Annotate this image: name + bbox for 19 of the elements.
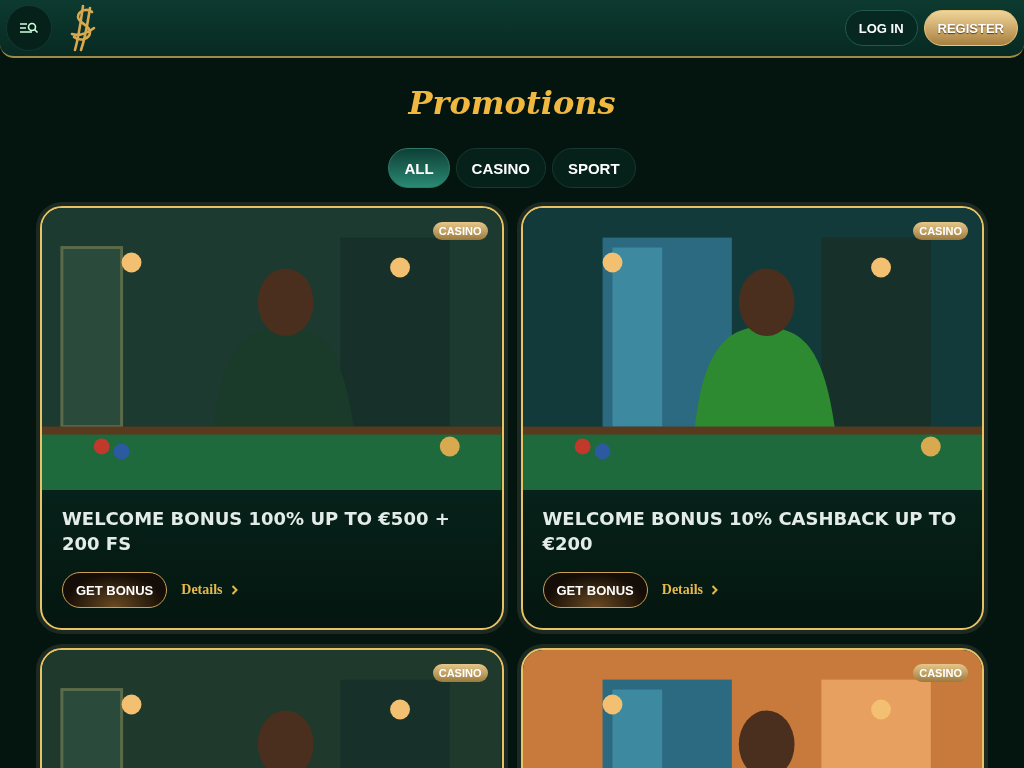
filter-tab[interactable]: ALL: [388, 148, 450, 188]
get-bonus-button[interactable]: GET BONUS: [542, 572, 648, 608]
chevron-icon: [230, 585, 238, 595]
details-link[interactable]: Details: [181, 582, 238, 598]
get-bonus-button[interactable]: GET BONUS: [62, 572, 168, 608]
category-badge: CASINO: [432, 222, 488, 240]
category-badge: CASINO: [913, 222, 968, 240]
category-badge: CASINO: [432, 664, 488, 682]
category-badge: CASINO: [913, 664, 968, 682]
filter-tab[interactable]: SPORT: [551, 148, 636, 188]
filter-tab[interactable]: CASINO: [455, 148, 546, 188]
page-title: Promotions: [406, 84, 617, 124]
promotion-title: WELCOME BONUS 100% UP TO €500 + 200 FS: [62, 507, 451, 556]
promotion-title: WELCOME BONUS 10% CASHBACK UP TO €200: [542, 507, 958, 556]
login-button[interactable]: LOG IN: [844, 10, 918, 46]
chevron-icon: [711, 585, 718, 595]
details-link[interactable]: Details: [661, 582, 718, 598]
menu-search-icon: [19, 21, 39, 35]
menu-search-button[interactable]: [6, 5, 52, 51]
